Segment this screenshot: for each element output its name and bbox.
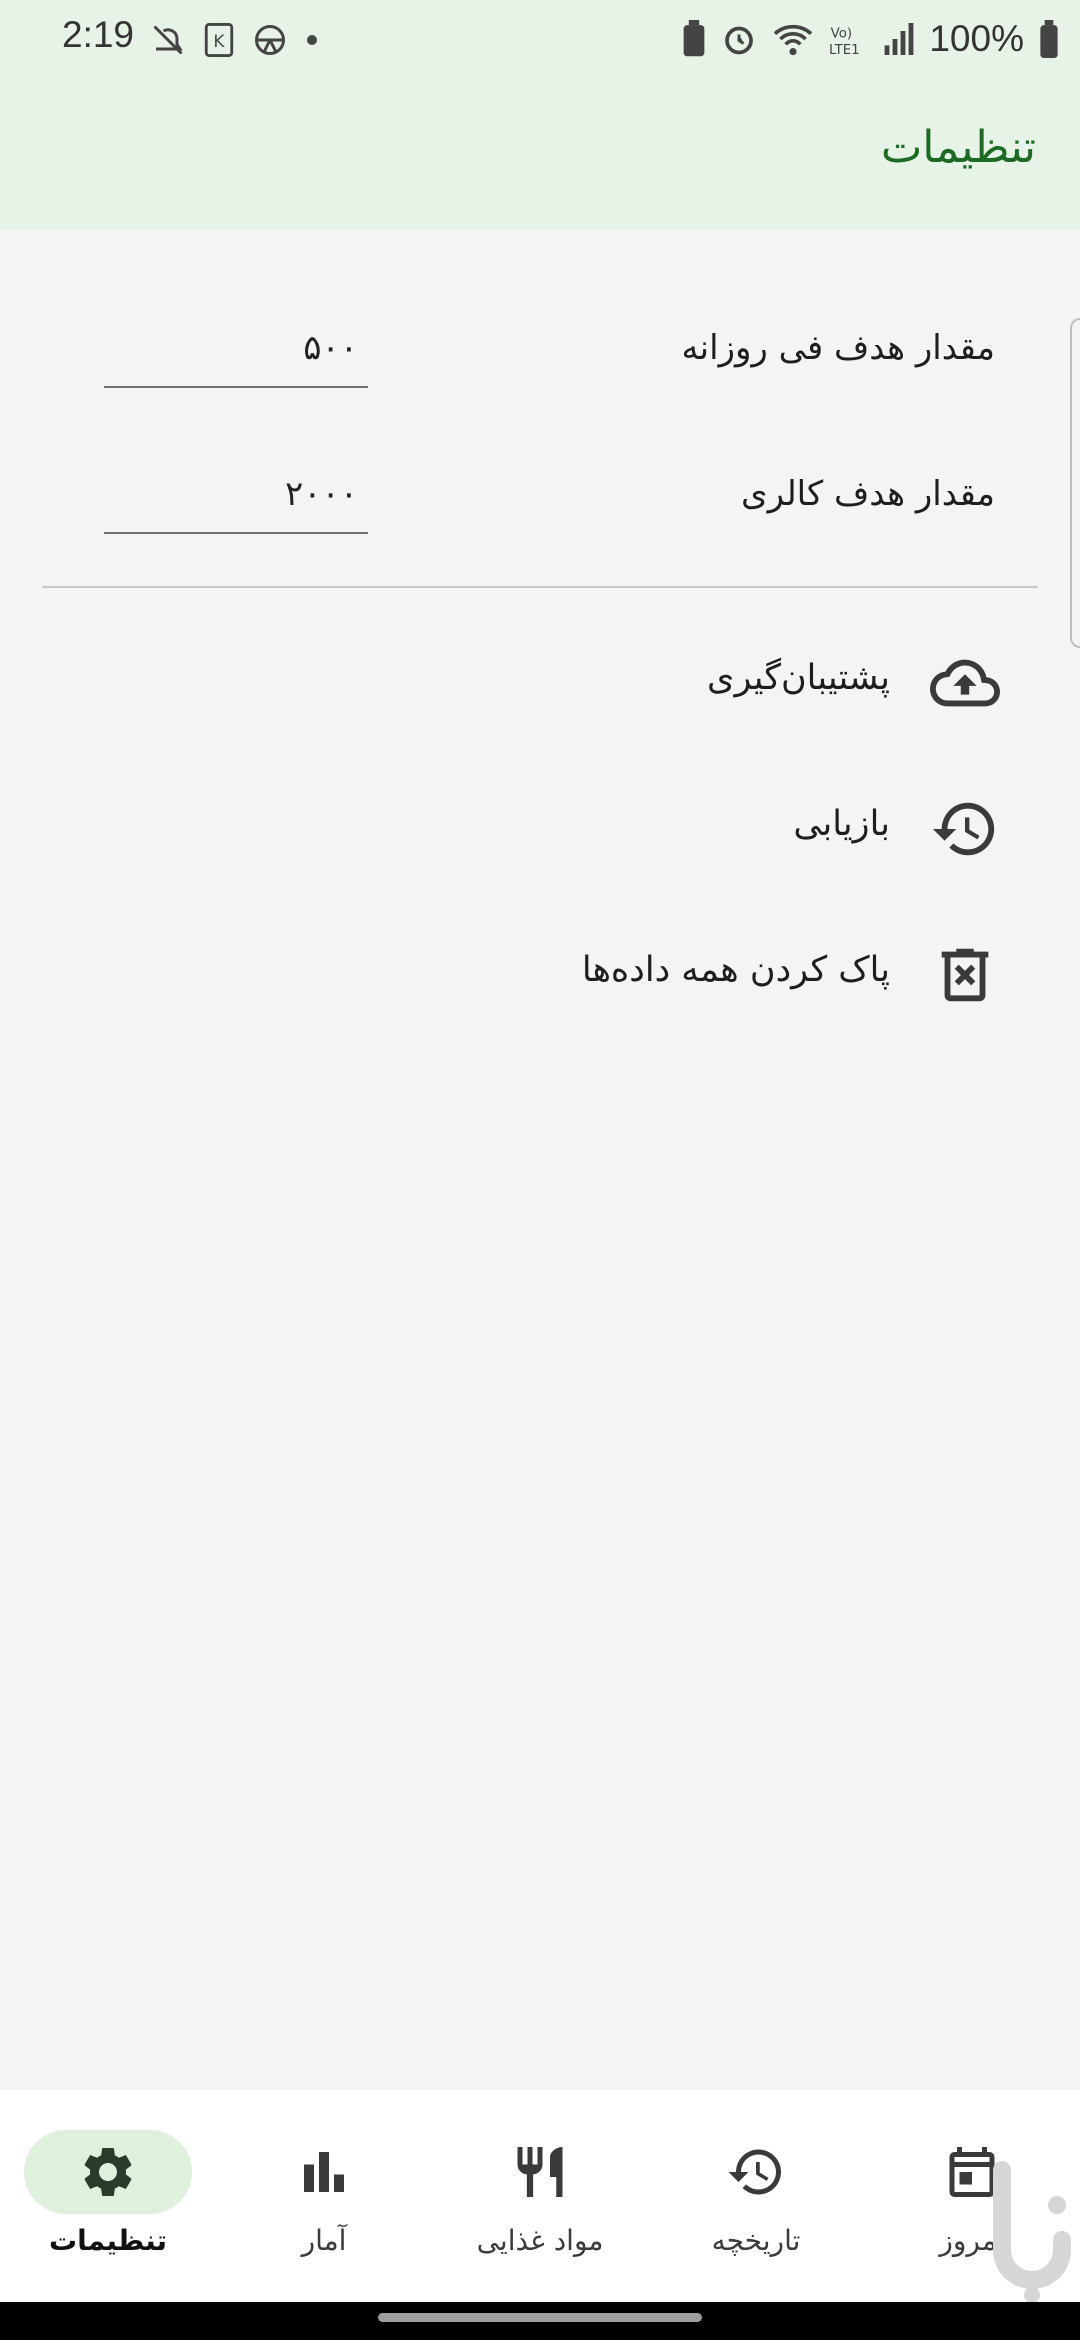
- signal-icon: [884, 23, 914, 55]
- status-bar: 2:19 K Vo) LTE1 100%: [0, 0, 1080, 80]
- battery-icon: [1040, 20, 1058, 58]
- delete-icon: [941, 948, 989, 1002]
- calorie-goal-input[interactable]: ۲۰۰۰: [104, 474, 368, 534]
- page-title: تنظیمات: [880, 122, 1036, 173]
- restore-item[interactable]: بازیابی: [0, 776, 1080, 886]
- svg-text:LTE1: LTE1: [829, 43, 860, 57]
- clear-data-item[interactable]: پاک کردن همه داده‌ها: [0, 922, 1080, 1032]
- cloud-upload-icon: [930, 659, 1000, 707]
- restaurant-icon: [517, 2147, 563, 2197]
- svg-text:K: K: [213, 32, 225, 52]
- status-time: 2:19: [62, 14, 135, 55]
- notifications-off-icon: [153, 25, 183, 55]
- daily-goal-row: مقدار هدف فی روزانه ۵۰۰: [0, 310, 1080, 420]
- nav-history-label: تاریخچه: [711, 2224, 801, 2257]
- calorie-goal-row: مقدار هدف کالری ۲۰۰۰: [0, 456, 1080, 566]
- calorie-goal-label: مقدار هدف کالری: [740, 474, 995, 514]
- section-divider: [42, 586, 1038, 588]
- daily-goal-input[interactable]: ۵۰۰: [104, 328, 368, 388]
- restore-history-icon: [932, 802, 995, 856]
- volte-icon: Vo) LTE1: [829, 26, 860, 57]
- app-top-bar: 2:19 K Vo) LTE1 100% تنظیمات: [0, 0, 1080, 230]
- nav-settings[interactable]: تنظیمات: [0, 2090, 216, 2302]
- svg-text:Vo): Vo): [831, 26, 852, 41]
- alarm-icon: [725, 26, 754, 55]
- backup-item[interactable]: پشتیبان‌گیری: [0, 630, 1080, 740]
- wifi-icon: [774, 24, 813, 56]
- nav-stats-label: آمار: [301, 2224, 347, 2257]
- nav-foods[interactable]: مواد غذایی: [432, 2090, 648, 2302]
- nav-stats[interactable]: آمار: [216, 2090, 432, 2302]
- clear-data-label: پاک کردن همه داده‌ها: [581, 950, 890, 990]
- dot-icon: [307, 35, 317, 45]
- bar-chart-icon: [304, 2152, 344, 2192]
- steering-icon: [255, 25, 285, 55]
- daily-goal-label: مقدار هدف فی روزانه: [681, 328, 995, 368]
- home-indicator[interactable]: [378, 2313, 702, 2322]
- bottom-navigation: امروز تاریخچه مواد غذایی آمار تنظیمات: [0, 2090, 1080, 2302]
- nav-history[interactable]: تاریخچه: [648, 2090, 864, 2302]
- settings-gear-icon: [84, 2148, 132, 2196]
- backup-label: پشتیبان‌گیری: [707, 658, 890, 698]
- scroll-indicator: [1070, 318, 1080, 648]
- k-app-icon: K: [204, 23, 234, 57]
- battery-percent: 100%: [929, 18, 1024, 59]
- store-logo-watermark: [993, 2161, 1071, 2303]
- nav-settings-label: تنظیمات: [48, 2224, 168, 2257]
- history-icon: [728, 2149, 781, 2195]
- restore-label: بازیابی: [793, 804, 890, 844]
- battery-saver-icon: [683, 20, 705, 57]
- nav-foods-label: مواد غذایی: [476, 2224, 604, 2257]
